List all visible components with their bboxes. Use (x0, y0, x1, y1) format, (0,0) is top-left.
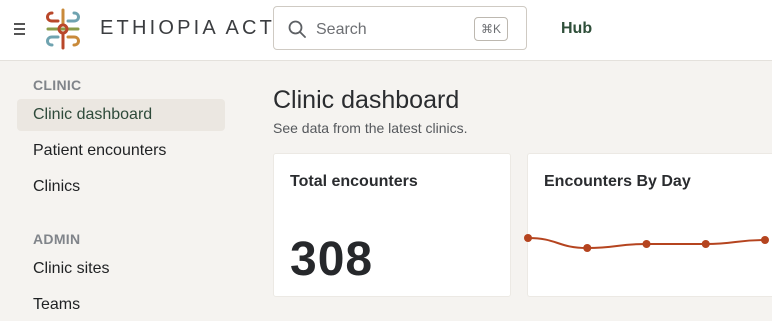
search-box[interactable]: Search ⌘K (273, 6, 527, 50)
search-icon (288, 20, 306, 38)
ethiopia-act-logo[interactable] (42, 7, 84, 51)
search-shortcut-badge: ⌘K (473, 17, 508, 41)
sidebar-item-clinic-dashboard[interactable]: Clinic dashboard (17, 99, 225, 131)
card-title: Total encounters (290, 173, 418, 190)
top-bar: ETHIOPIA ACT Search ⌘K Hub (0, 0, 772, 61)
total-encounters-value: 308 (290, 233, 374, 286)
brand-name: ETHIOPIA ACT (100, 17, 276, 39)
sidebar-item-clinic-sites[interactable]: Clinic sites (17, 253, 225, 285)
search-placeholder: Search (316, 21, 367, 38)
encounters-by-day-card: Encounters By Day (524, 153, 772, 297)
data-point-2[interactable] (642, 240, 651, 248)
data-point-3[interactable] (701, 240, 710, 248)
data-point-4[interactable] (761, 236, 769, 244)
sidebar-item-teams[interactable]: Teams (17, 289, 225, 321)
sidebar-item-clinics[interactable]: Clinics (17, 171, 225, 203)
encounters-by-day-chart (524, 234, 769, 252)
sidebar-item-patient-encounters[interactable]: Patient encounters (17, 135, 225, 167)
page-title: Clinic dashboard (273, 86, 460, 114)
data-point-1[interactable] (583, 244, 592, 252)
hamburger-icon[interactable] (14, 20, 30, 38)
sidebar-section-clinic: CLINIC (33, 77, 82, 93)
hub-link[interactable]: Hub (561, 20, 592, 38)
data-point-0[interactable] (524, 234, 532, 242)
total-encounters-card: Total encounters 308 (273, 153, 511, 297)
sidebar-section-admin: ADMIN (33, 231, 81, 247)
page-subtitle: See data from the latest clinics. (273, 120, 468, 136)
card-title: Encounters By Day (544, 173, 691, 190)
